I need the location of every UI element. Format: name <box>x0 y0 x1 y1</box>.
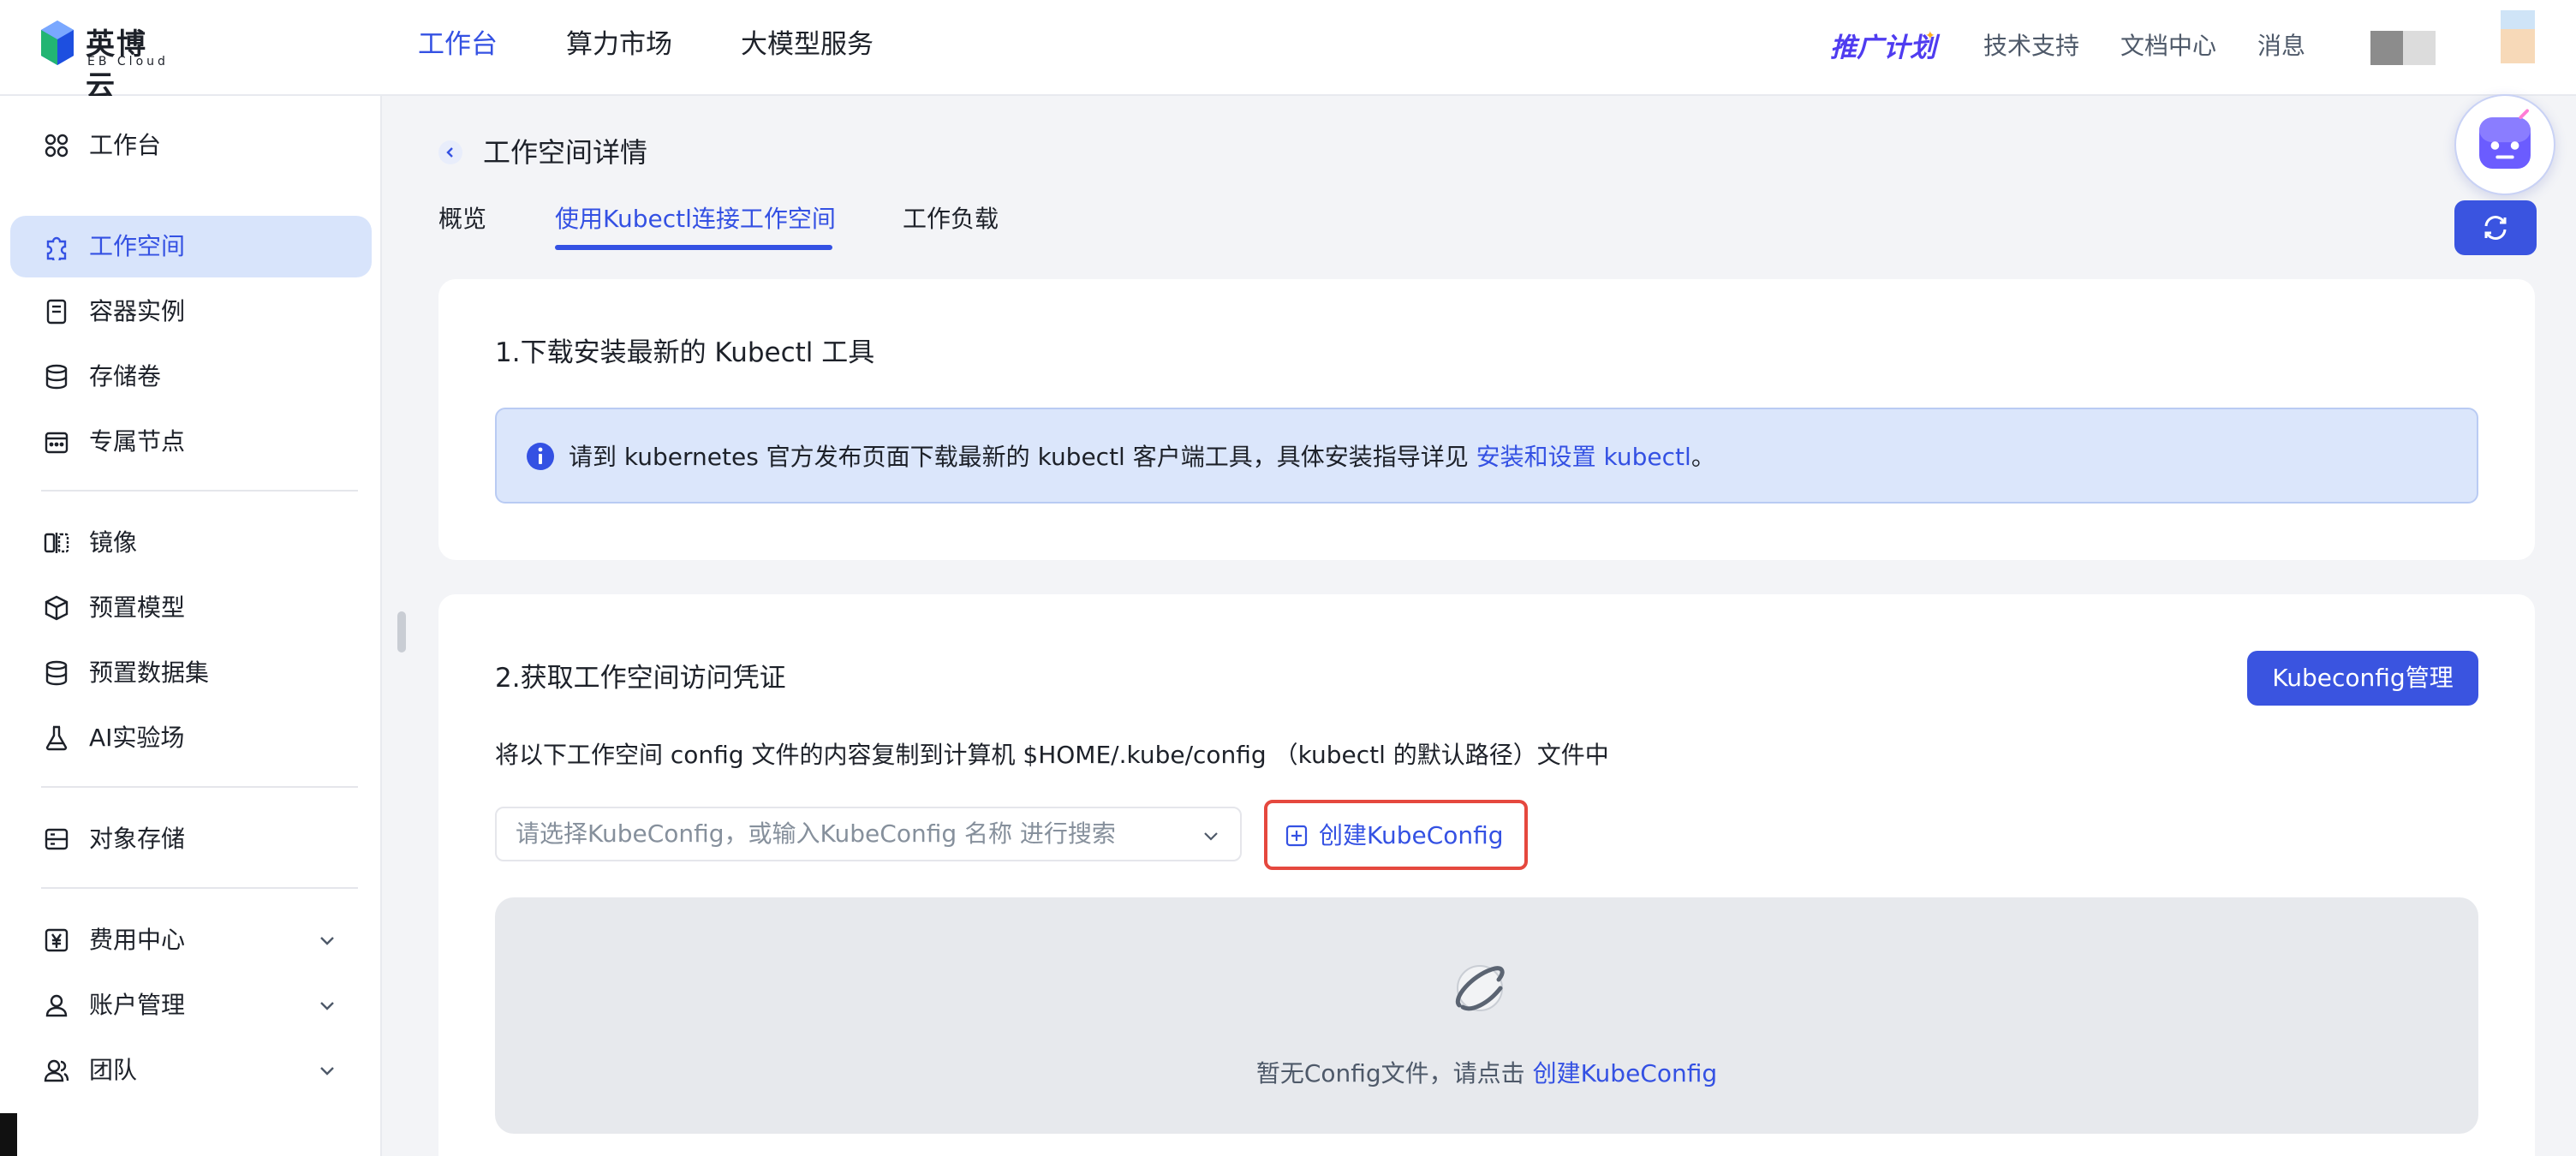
credentials-card: 2.获取工作空间访问凭证 Kubeconfig管理 将以下工作空间 config… <box>438 594 2535 1156</box>
top-bar: 英博云 EB Cloud 工作台 算力市场 大模型服务 推广计划 ✦ 技术支持 … <box>0 0 2576 104</box>
create-kubeconfig-label: 创建KubeConfig <box>1319 821 1504 849</box>
brand-subtitle: EB Cloud <box>87 55 169 69</box>
messages-link[interactable]: 消息 <box>2257 27 2305 62</box>
team-icon <box>43 1057 70 1084</box>
sidebar-item-label: 团队 <box>89 1056 138 1084</box>
object-storage-icon <box>43 825 70 853</box>
user-avatar[interactable] <box>2370 31 2436 65</box>
section-1-heading: 1.下载安装最新的 Kubectl 工具 <box>495 337 875 368</box>
sidebar-resize-handle[interactable] <box>397 611 406 652</box>
sidebar-item-label: 对象存储 <box>89 825 186 853</box>
assistant-bot-button[interactable] <box>2454 94 2555 195</box>
sidebar-item-label: 账户管理 <box>89 991 186 1019</box>
refresh-button[interactable] <box>2454 200 2537 255</box>
window-corner <box>0 1113 17 1156</box>
topnav-compute-market[interactable]: 算力市场 <box>566 26 672 63</box>
info-icon <box>527 443 554 470</box>
select-placeholder: 请选择KubeConfig，或输入KubeConfig 名称 进行搜索 <box>516 819 1116 848</box>
cube-icon <box>43 594 70 622</box>
sidebar-item-object-storage[interactable]: 对象存储 <box>10 808 372 870</box>
user-icon <box>43 992 70 1019</box>
chevron-down-icon <box>320 1067 334 1076</box>
empty-state-text: 暂无Config文件，请点击 创建KubeConfig <box>495 1057 2478 1091</box>
mirror-icon <box>43 529 70 557</box>
topnav-workbench[interactable]: 工作台 <box>418 26 498 63</box>
puzzle-icon <box>43 233 70 264</box>
flask-icon <box>43 724 70 752</box>
sidebar-item-preset-datasets[interactable]: 预置数据集 <box>10 642 372 704</box>
back-button[interactable] <box>438 140 462 164</box>
tab-overview[interactable]: 概览 <box>438 202 486 236</box>
dataset-icon <box>43 659 70 687</box>
tech-support-link[interactable]: 技术支持 <box>1983 27 2079 62</box>
tab-kubectl-connect[interactable]: 使用Kubectl连接工作空间 <box>555 202 836 236</box>
create-kubeconfig-button[interactable]: 创建KubeConfig <box>1264 800 1528 870</box>
grid-icon <box>43 132 70 159</box>
sidebar-item-billing[interactable]: 费用中心 <box>10 909 372 971</box>
kubeconfig-manage-button[interactable]: Kubeconfig管理 <box>2247 651 2478 706</box>
sidebar-item-label: 工作空间 <box>89 232 186 260</box>
sidebar-item-label: 预置模型 <box>89 593 186 622</box>
active-tab-indicator <box>555 245 832 250</box>
download-kubectl-card: 1.下载安装最新的 Kubectl 工具 请到 kubernetes 官方发布页… <box>438 279 2535 560</box>
info-message: 请到 kubernetes 官方发布页面下载最新的 kubectl 客户端工具，… <box>569 443 1476 471</box>
sidebar-divider <box>41 786 358 788</box>
plus-square-icon <box>1285 825 1308 847</box>
sidebar-item-preset-models[interactable]: 预置模型 <box>10 577 372 639</box>
sidebar-item-volumes[interactable]: 存储卷 <box>10 346 372 408</box>
sidebar-item-label: 工作台 <box>89 131 162 159</box>
sidebar-item-workbench[interactable]: 工作台 <box>10 115 372 176</box>
container-icon <box>43 298 70 325</box>
promo-plan-link[interactable]: 推广计划 <box>1830 26 1936 64</box>
database-icon <box>43 363 70 390</box>
calendar-node-icon <box>43 428 70 456</box>
sidebar-item-containers[interactable]: 容器实例 <box>10 281 372 343</box>
section-2-heading: 2.获取工作空间访问凭证 <box>495 663 786 694</box>
kubeconfig-select[interactable]: 请选择KubeConfig，或输入KubeConfig 名称 进行搜索 <box>495 807 1242 861</box>
sidebar-item-label: 存储卷 <box>89 362 162 390</box>
sidebar-item-workspace[interactable]: 工作空间 <box>10 216 372 277</box>
chevron-down-icon <box>320 1002 334 1010</box>
info-alert: 请到 kubernetes 官方发布页面下载最新的 kubectl 客户端工具，… <box>495 408 2478 504</box>
planet-icon <box>1455 965 1505 1011</box>
sidebar-item-account[interactable]: 账户管理 <box>10 974 372 1036</box>
page-title: 工作空间详情 <box>483 136 648 169</box>
sidebar-divider <box>41 887 358 889</box>
top-navigation: 工作台 算力市场 大模型服务 <box>418 26 942 63</box>
chevron-left-icon <box>446 147 453 158</box>
config-instructions: 将以下工作空间 config 文件的内容复制到计算机 $HOME/.kube/c… <box>495 741 1609 769</box>
info-suffix: 。 <box>1690 443 1715 471</box>
sidebar-item-ai-lab[interactable]: AI实验场 <box>10 707 372 769</box>
brand-logo[interactable]: 英博云 EB Cloud <box>39 19 176 104</box>
sidebar-item-label: AI实验场 <box>89 724 185 752</box>
robot-icon <box>2479 109 2531 170</box>
corner-thumbnail <box>2501 10 2535 63</box>
install-guide-link[interactable]: 安装和设置 kubectl <box>1476 443 1691 471</box>
sidebar-item-team[interactable]: 团队 <box>10 1040 372 1101</box>
promo-sparkle-icon: ✦ <box>1925 29 1935 43</box>
info-text: 请到 kubernetes 官方发布页面下载最新的 kubectl 客户端工具，… <box>569 440 1715 474</box>
empty-message: 暂无Config文件，请点击 <box>1255 1059 1533 1087</box>
sidebar-item-label: 预置数据集 <box>89 658 210 687</box>
chevron-down-icon <box>320 937 334 945</box>
tab-workloads[interactable]: 工作负载 <box>903 202 999 236</box>
create-kubeconfig-link[interactable]: 创建KubeConfig <box>1533 1059 1718 1087</box>
refresh-icon <box>2484 216 2507 240</box>
sidebar-item-label: 费用中心 <box>89 926 186 954</box>
docs-center-link[interactable]: 文档中心 <box>2120 27 2216 62</box>
sidebar-item-images[interactable]: 镜像 <box>10 512 372 574</box>
sidebar-item-dedicated-nodes[interactable]: 专属节点 <box>10 411 372 473</box>
sidebar-divider <box>41 490 358 492</box>
logo-mark-icon <box>41 21 74 65</box>
sidebar-item-label: 专属节点 <box>89 427 186 456</box>
yen-icon <box>43 927 70 954</box>
empty-state-panel: 暂无Config文件，请点击 创建KubeConfig <box>495 897 2478 1134</box>
sidebar-item-label: 镜像 <box>89 528 138 557</box>
chevron-down-icon <box>1204 832 1218 841</box>
topnav-llm-service[interactable]: 大模型服务 <box>741 26 874 63</box>
sidebar-item-label: 容器实例 <box>89 297 186 325</box>
